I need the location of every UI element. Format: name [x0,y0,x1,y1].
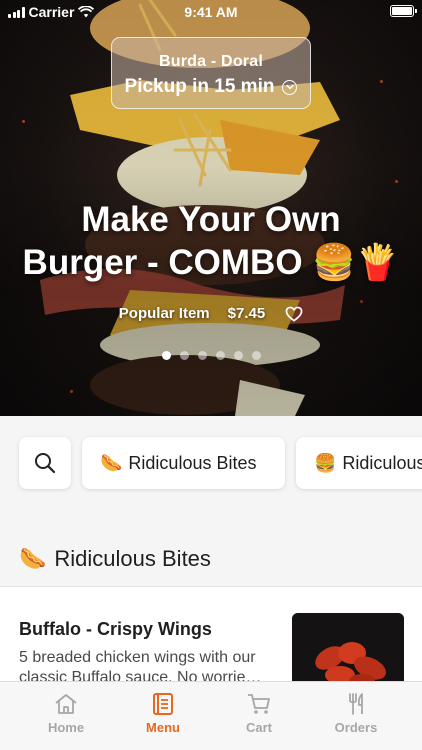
carousel-dot[interactable] [233,351,243,360]
category-chip-ridiculous-bites[interactable]: 🌭 Ridiculous Bites [82,437,285,489]
app-screen: Carrier 9:41 AM Burda - Doral Pickup in … [0,0,422,750]
tab-orders[interactable]: Orders [311,692,401,735]
chevron-down-circle-icon [282,79,298,95]
cart-icon [248,694,270,714]
menu-item-card[interactable]: Buffalo - Crispy Wings 5 breaded chicken… [0,587,422,687]
home-icon [55,694,77,714]
section-header: 🌭 Ridiculous Bites [19,546,211,572]
menu-book-icon [153,693,173,715]
carousel-dots [0,351,422,360]
battery-icon [390,5,417,17]
section-title: Ridiculous Bites [54,546,211,571]
menu-item-name: Buffalo - Crispy Wings [19,619,212,639]
fork-knife-icon [349,693,363,715]
hotdog-icon: 🌭 [19,546,47,571]
favorite-heart-icon[interactable] [285,306,303,322]
featured-item-title: Make Your Own Burger - COMBO 🍔🍟 [22,200,400,282]
search-icon [35,453,56,474]
location-selector[interactable]: Burda - Doral Pickup in 15 min [111,37,311,109]
category-strip: 🌭 Ridiculous Bites 🍔 Ridiculous Burgers [0,416,422,512]
hero-banner[interactable]: Carrier 9:41 AM Burda - Doral Pickup in … [0,0,422,416]
carousel-dot[interactable] [215,351,225,360]
carousel-dot[interactable] [251,351,261,360]
category-label: Ridiculous Burgers [342,452,422,473]
burger-icon: 🍔 [314,452,337,473]
pickup-time: Pickup in 15 min [124,76,275,97]
carousel-dot[interactable] [161,351,171,360]
carousel-dot[interactable] [197,351,207,360]
tab-cart[interactable]: Cart [214,692,304,735]
status-bar: Carrier 9:41 AM [0,0,422,24]
location-name: Burda - Doral [159,53,263,70]
featured-item-meta: Popular Item $7.45 [0,305,422,322]
carousel-dot[interactable] [179,351,189,360]
popular-badge: Popular Item [118,305,210,322]
category-label: Ridiculous Bites [128,452,257,473]
category-chip-ridiculous-burgers[interactable]: 🍔 Ridiculous Burgers [296,437,422,489]
hotdog-icon: 🌭 [100,452,123,473]
tab-menu[interactable]: Menu [118,692,208,735]
tab-bar: Home Menu Cart Orders [0,681,422,750]
status-time: 9:41 AM [184,4,238,20]
featured-price: $7.45 [227,305,266,322]
menu-item-image [292,613,404,687]
search-button[interactable] [19,437,71,489]
tab-home[interactable]: Home [21,692,111,735]
